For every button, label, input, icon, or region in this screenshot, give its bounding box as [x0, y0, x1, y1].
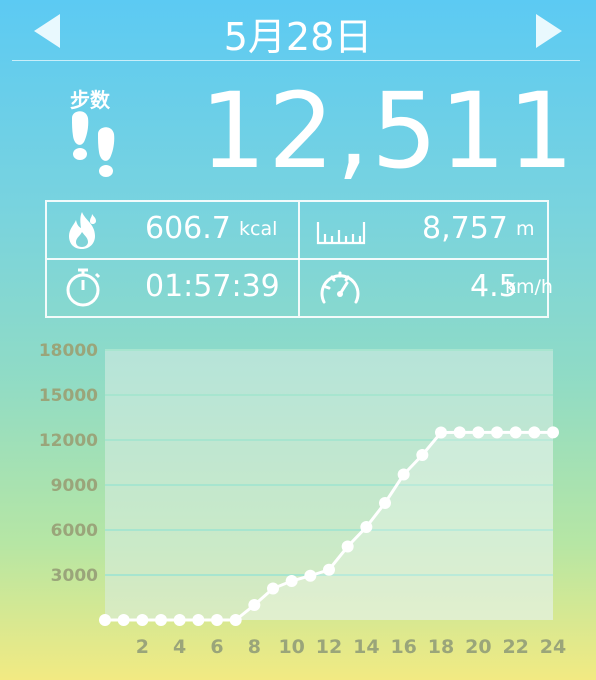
y-tick-label: 9000 — [51, 476, 98, 496]
calories-cell: 606.7 kcal — [47, 202, 298, 258]
date-title: 5月28日 — [223, 15, 373, 59]
data-point — [211, 614, 223, 626]
data-point — [155, 614, 167, 626]
y-tick-label: 18000 — [39, 341, 98, 361]
x-tick-label: 4 — [173, 636, 186, 658]
data-point — [173, 614, 186, 626]
x-tick-label: 8 — [248, 636, 261, 658]
data-point — [397, 468, 410, 481]
data-point — [99, 614, 111, 626]
y-tick-label: 6000 — [51, 521, 98, 541]
data-point — [304, 569, 317, 582]
y-tick-label: 3000 — [51, 566, 98, 586]
data-point — [285, 575, 298, 587]
x-tick-label: 18 — [428, 636, 454, 658]
data-point — [472, 426, 485, 439]
x-tick-label: 2 — [136, 636, 149, 658]
footprints-icon — [72, 111, 115, 177]
distance-unit: m — [516, 218, 535, 240]
speed-cell: 4.5 km/h — [300, 260, 553, 316]
next-day-button[interactable] — [536, 14, 562, 48]
calories-value: 606.7 — [145, 211, 231, 246]
data-point — [248, 599, 261, 611]
x-tick-label: 14 — [353, 636, 379, 658]
flame-icon — [69, 212, 96, 249]
stats-grid: 606.7 kcal 8,757 m 01:57:39 4.5 km/h — [45, 200, 553, 318]
distance-value: 8,757 — [422, 211, 508, 246]
x-tick-label: 24 — [540, 636, 566, 658]
data-point — [416, 449, 429, 461]
date-header: 5月28日 — [0, 0, 596, 62]
x-tick-label: 16 — [390, 636, 416, 658]
data-point — [453, 426, 466, 439]
x-tick-label: 12 — [316, 636, 342, 658]
data-point — [509, 426, 522, 439]
data-point — [435, 426, 447, 439]
data-point — [192, 614, 205, 626]
speed-unit: km/h — [505, 276, 553, 298]
data-point — [379, 497, 391, 509]
x-tick-label: 10 — [278, 636, 304, 658]
distance-cell: 8,757 m — [300, 202, 547, 258]
steps-count: 12,511 — [200, 70, 576, 192]
data-point — [341, 540, 354, 553]
data-point — [491, 426, 503, 439]
x-tick-label: 20 — [465, 636, 491, 658]
header-divider — [12, 60, 580, 61]
data-point — [267, 582, 279, 595]
data-point — [323, 563, 335, 576]
y-tick-label: 15000 — [39, 386, 98, 406]
data-point — [547, 426, 559, 439]
stopwatch-icon — [66, 268, 101, 307]
duration-cell: 01:57:39 — [47, 260, 298, 316]
data-point — [528, 426, 541, 439]
y-tick-label: 12000 — [39, 431, 98, 451]
ruler-icon — [316, 222, 366, 245]
speedometer-icon — [320, 271, 360, 304]
data-point — [360, 521, 373, 533]
data-point — [136, 614, 149, 626]
steps-chart: 3000600090001200015000180002 4 6 8 10 12 14 16 1… — [39, 341, 566, 658]
duration-value: 01:57:39 — [145, 269, 280, 304]
data-point — [117, 614, 130, 626]
calories-unit: kcal — [239, 218, 278, 240]
x-tick-label: 22 — [502, 636, 528, 658]
x-tick-label: 6 — [210, 636, 223, 658]
previous-day-button[interactable] — [34, 14, 60, 48]
data-point — [229, 614, 242, 626]
